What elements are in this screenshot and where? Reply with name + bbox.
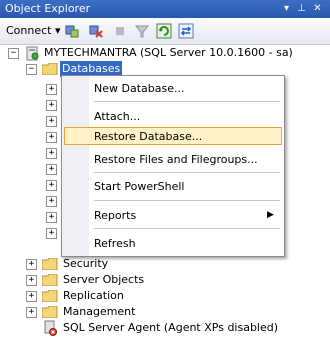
folder-icon (42, 63, 58, 75)
menu-separator (94, 101, 280, 102)
expand-icon[interactable]: + (46, 164, 57, 175)
expand-icon[interactable]: + (46, 84, 57, 95)
menu-gutter (62, 76, 89, 256)
sync-icon[interactable] (178, 23, 194, 39)
expand-icon[interactable]: + (46, 100, 57, 111)
expand-icon[interactable]: + (46, 148, 57, 159)
menu-separator (94, 200, 280, 201)
connect-object-explorer-icon[interactable] (64, 23, 80, 39)
menu-item-new-database[interactable]: New Database... (94, 81, 184, 97)
filter-icon[interactable] (134, 23, 150, 39)
menu-separator (94, 228, 280, 229)
collapse-icon[interactable]: − (26, 64, 37, 75)
replication-label: Replication (63, 289, 124, 302)
menu-item-attach[interactable]: Attach... (94, 109, 140, 125)
window-title: Object Explorer (5, 2, 91, 15)
menu-item-start-powershell[interactable]: Start PowerShell (94, 179, 184, 195)
agent-icon (44, 320, 57, 336)
connect-button[interactable]: Connect ▾ (6, 24, 61, 37)
menu-item-refresh[interactable]: Refresh (94, 236, 136, 252)
folder-icon (42, 306, 58, 318)
expand-icon[interactable]: + (46, 196, 57, 207)
folder-icon (42, 258, 58, 270)
server-label: MYTECHMANTRA (SQL Server 10.0.1600 - sa) (44, 46, 293, 59)
object-explorer-titlebar: Object Explorer ▾ ⊥ ✕ (0, 0, 330, 18)
management-label: Management (63, 305, 136, 318)
server-icon (26, 46, 39, 61)
menu-separator (94, 172, 280, 173)
expand-icon[interactable]: + (46, 212, 57, 223)
expand-icon[interactable]: + (26, 275, 37, 286)
expand-icon[interactable]: + (46, 132, 57, 143)
folder-icon (42, 274, 58, 286)
server-objects-label: Server Objects (63, 273, 145, 286)
dropdown-icon[interactable]: ▾ (281, 3, 292, 14)
security-label: Security (63, 257, 109, 270)
pin-icon[interactable]: ⊥ (296, 3, 307, 14)
menu-item-reports[interactable]: Reports (94, 208, 136, 224)
submenu-arrow-icon: ▶ (267, 210, 274, 220)
close-icon[interactable]: ✕ (312, 3, 323, 14)
expand-icon[interactable]: + (46, 180, 57, 191)
refresh-icon[interactable] (156, 23, 172, 39)
context-menu: New Database... Attach... Restore Databa… (61, 75, 285, 257)
collapse-icon[interactable]: − (8, 48, 19, 59)
expand-icon[interactable]: + (46, 116, 57, 127)
expand-icon[interactable]: + (46, 228, 57, 239)
stop-icon[interactable] (112, 23, 128, 39)
menu-item-restore-files[interactable]: Restore Files and Filegroups... (94, 152, 258, 168)
menu-item-restore-database[interactable]: Restore Database... (94, 129, 202, 145)
expand-icon[interactable]: + (26, 291, 37, 302)
expand-icon[interactable]: + (26, 307, 37, 318)
agent-label: SQL Server Agent (Agent XPs disabled) (63, 321, 279, 334)
toolbar: Connect ▾ (0, 18, 330, 45)
disconnect-icon[interactable] (88, 23, 104, 39)
expand-icon[interactable]: + (26, 259, 37, 270)
folder-icon (42, 290, 58, 302)
